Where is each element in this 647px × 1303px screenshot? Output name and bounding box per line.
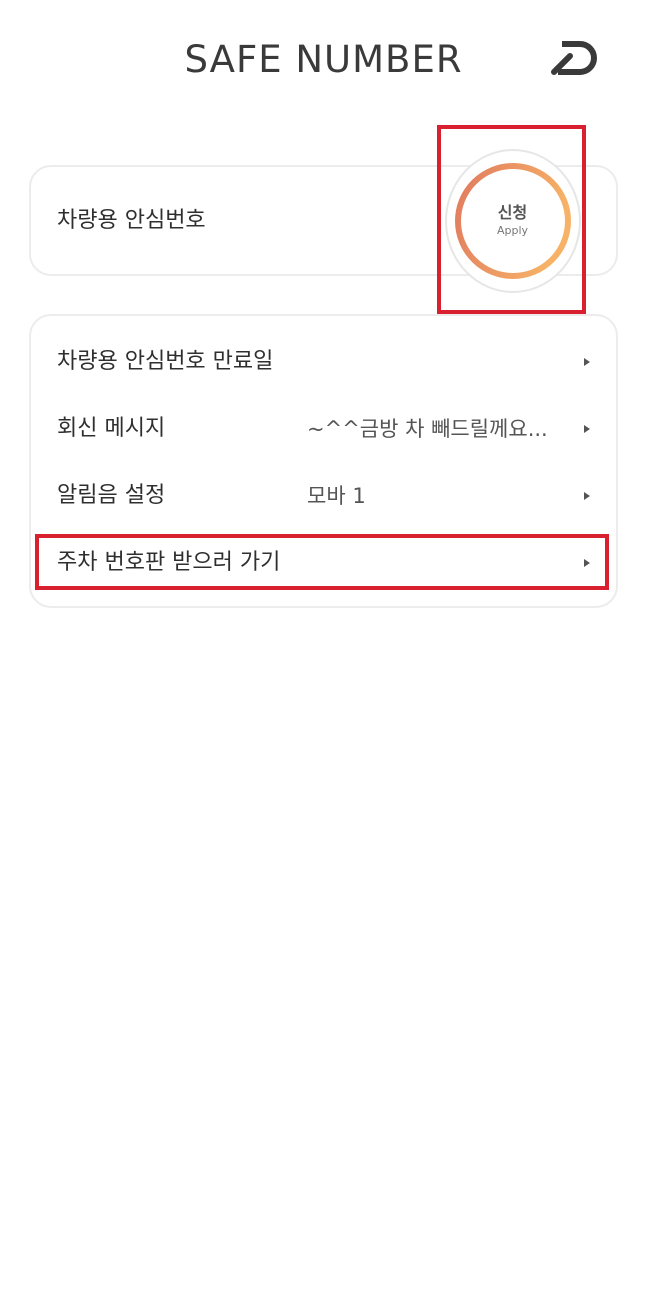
parking-plate-row[interactable]: 주차 번호판 받으러 가기 (31, 535, 616, 591)
notification-sound-row[interactable]: 알림음 설정 모바 1 (31, 468, 616, 524)
apply-label[interactable]: 신청 Apply (441, 202, 584, 238)
reply-message-row[interactable]: 회신 메시지 ~^^금방 차 빼드릴께요... (31, 401, 616, 457)
apply-label-en: Apply (496, 224, 529, 237)
reply-message-value: ~^^금방 차 빼드릴께요... (307, 417, 548, 441)
reply-message-label: 회신 메시지 (57, 416, 166, 441)
parking-plate-label: 주차 번호판 받으러 가기 (57, 550, 281, 575)
expiry-date-row[interactable]: 차량용 안심번호 만료일 (31, 334, 616, 390)
chevron-right-icon (583, 357, 591, 367)
notification-sound-value: 모바 1 (307, 484, 366, 508)
chevron-right-icon (583, 491, 591, 501)
chevron-right-icon (583, 424, 591, 434)
settings-card: 차량용 안심번호 만료일 회신 메시지 ~^^금방 차 빼드릴께요... 알림음… (29, 314, 618, 608)
safe-number-label: 차량용 안심번호 (57, 208, 206, 233)
notification-sound-label: 알림음 설정 (57, 483, 166, 508)
chevron-right-icon (583, 558, 591, 568)
back-button[interactable] (550, 38, 598, 78)
apply-label-ko: 신청 (497, 203, 528, 222)
safe-number-screen: SAFE NUMBER 차량용 안심번호 신청 Apply 차량용 안심번호 만… (0, 0, 647, 1303)
return-arrow-icon (551, 41, 597, 75)
expiry-date-label: 차량용 안심번호 만료일 (57, 349, 274, 374)
